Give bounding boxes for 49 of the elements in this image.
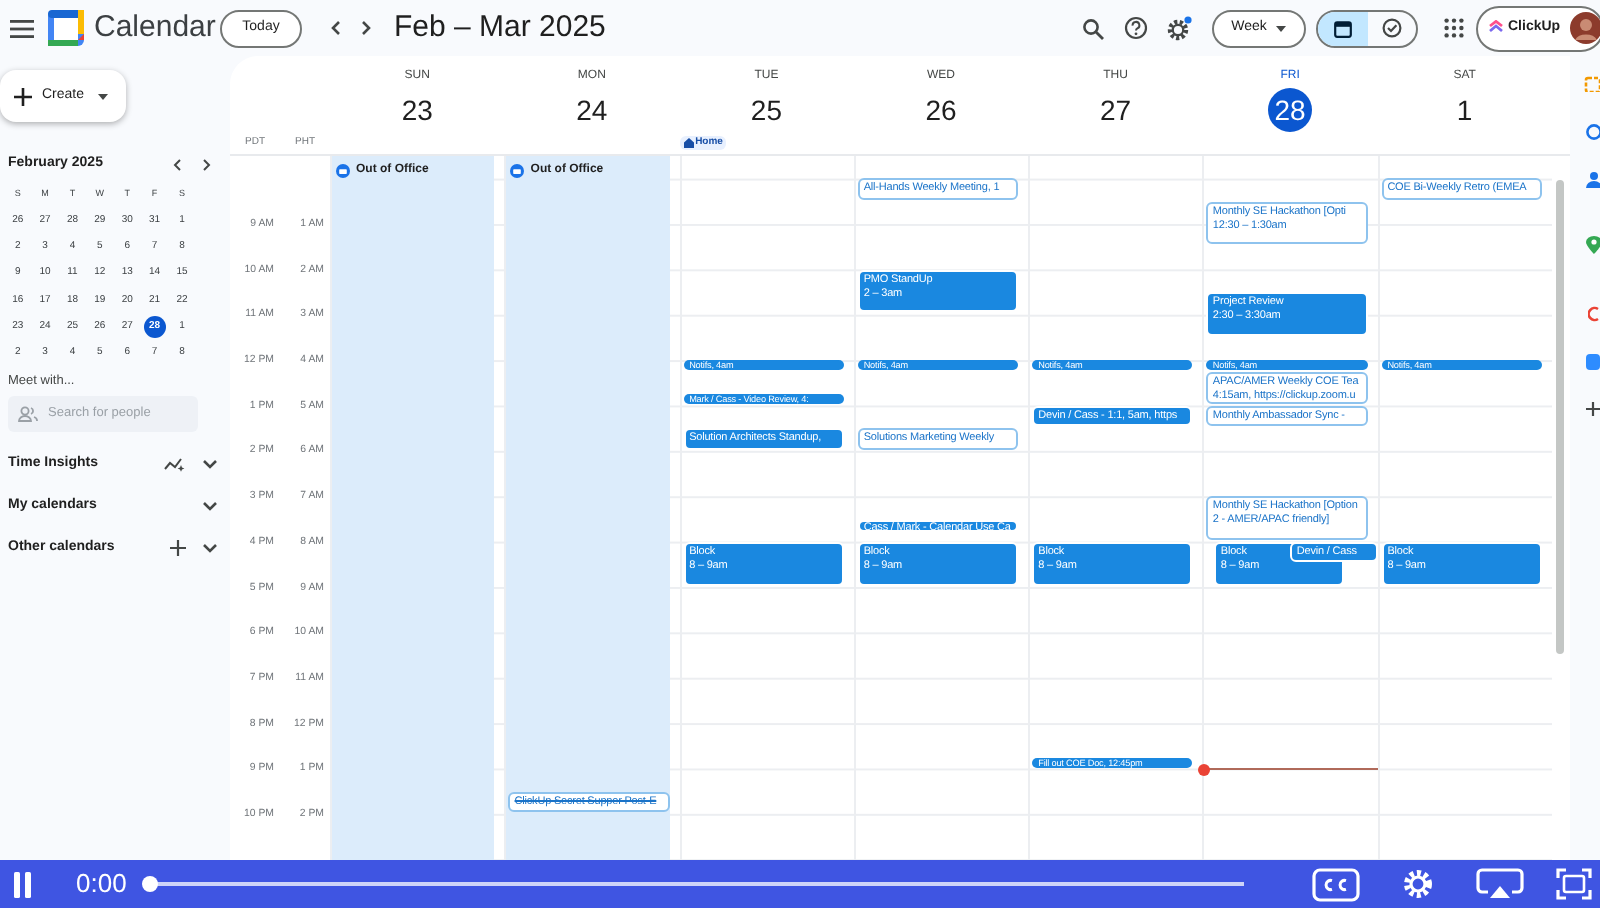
pause-icon[interactable] (12, 871, 32, 897)
chevron-left-icon[interactable] (328, 20, 344, 36)
current-time-dot (1198, 763, 1211, 776)
scrollbar-thumb[interactable] (1556, 180, 1564, 654)
people-icon (18, 406, 38, 423)
plus-icon (14, 87, 32, 105)
cast-screen-icon[interactable] (1476, 868, 1524, 900)
chevron-down-icon[interactable] (202, 457, 218, 470)
caret-icon (1276, 25, 1287, 31)
day-number[interactable]: 26 (918, 88, 963, 132)
caret-icon (98, 93, 109, 99)
day-number[interactable]: 27 (1093, 88, 1138, 132)
search-icon[interactable] (1082, 17, 1104, 39)
help-icon[interactable] (1124, 16, 1148, 40)
chevron-right-icon[interactable] (200, 157, 212, 171)
date-range: Feb – Mar 2025 (394, 7, 606, 48)
calendar-view-button[interactable] (1318, 11, 1367, 45)
chevron-left-icon[interactable] (172, 157, 184, 171)
out-of-office-icon (336, 164, 350, 178)
check-circle-icon (1381, 18, 1402, 38)
map-pin-icon[interactable] (1586, 236, 1600, 254)
day-number[interactable]: 1 (1442, 88, 1487, 132)
calendar-logo-icon (48, 10, 84, 46)
playback-time: 0:00 (76, 866, 127, 903)
day-number[interactable]: 23 (395, 88, 440, 132)
captions-icon[interactable] (1312, 867, 1360, 901)
home-icon (683, 138, 694, 148)
fullscreen-icon[interactable] (1556, 866, 1592, 902)
day-number[interactable]: 25 (744, 88, 789, 132)
chevron-down-icon[interactable] (202, 499, 218, 512)
day-number[interactable]: 28 (1268, 88, 1313, 132)
calendar-icon (1333, 19, 1352, 37)
menu-icon[interactable] (10, 19, 34, 37)
day-number[interactable]: 24 (569, 88, 614, 132)
sparkline-icon[interactable] (164, 455, 186, 472)
app-title: Calendar (94, 7, 218, 48)
chevron-right-icon[interactable] (358, 20, 374, 36)
plus-icon[interactable] (170, 539, 186, 556)
chevron-down-icon[interactable] (202, 541, 218, 554)
settings-icon[interactable] (1166, 15, 1192, 41)
settings-icon[interactable] (1400, 866, 1436, 902)
avatar-icon[interactable] (1570, 12, 1600, 44)
logo-icon (1488, 20, 1504, 36)
progress-thumb[interactable] (142, 876, 159, 892)
person-icon[interactable] (1586, 172, 1600, 188)
out-of-office-icon (510, 164, 525, 178)
apps-grid-icon[interactable] (1444, 18, 1464, 38)
plus-icon[interactable] (1586, 402, 1600, 416)
logo-icon[interactable] (1588, 306, 1600, 322)
